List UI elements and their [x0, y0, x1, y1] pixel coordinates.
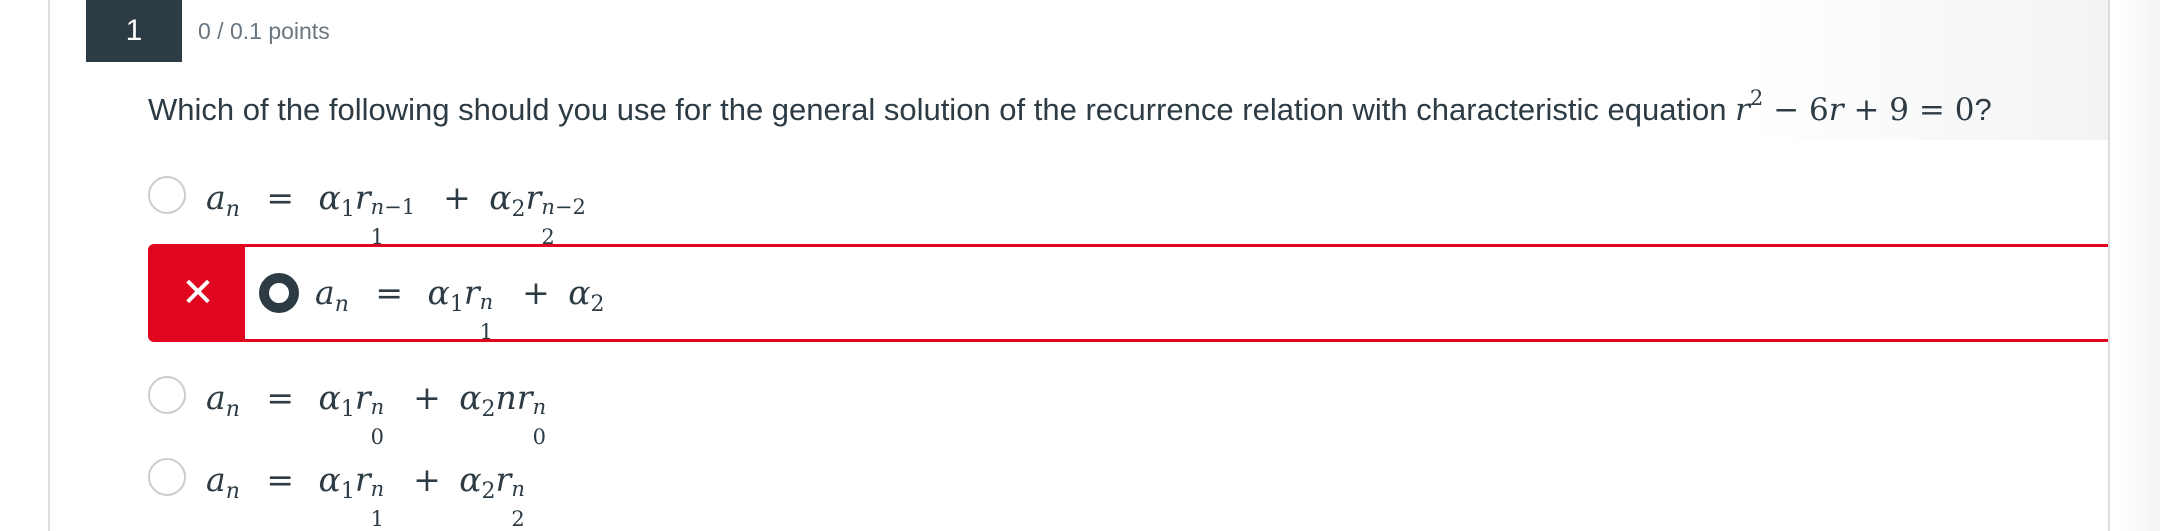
answer-formula-a: an = α1r n−1 1 + α2r n−2 2 — [206, 178, 586, 249]
answer-option-a[interactable]: an = α1r n−1 1 + α2r n−2 2 — [148, 170, 2108, 249]
radio-button-a[interactable] — [148, 176, 186, 214]
characteristic-equation: r2 − 6r + 9 = 0 — [1735, 84, 1975, 128]
radio-button-c[interactable] — [148, 376, 186, 414]
answer-formula-b: an = α1r n 1 + α2 — [315, 273, 605, 344]
question-points: 0 / 0.1 points — [198, 18, 330, 44]
answer-formula-c: an = α1r n 0 + α2nr n 0 — [206, 378, 547, 449]
question-number: 1 — [86, 0, 182, 62]
answer-option-c[interactable]: an = α1r n 0 + α2nr n 0 — [148, 370, 2108, 449]
question-mark: ? — [1974, 92, 1992, 127]
radio-button-d[interactable] — [148, 458, 186, 496]
answer-formula-d: an = α1r n 1 + α2r n 2 — [206, 460, 525, 531]
answer-option-b[interactable]: ✕ an = α1r n 1 + α2 — [148, 244, 2108, 344]
question-prompt: Which of the following should you use fo… — [148, 92, 1727, 127]
answer-option-d[interactable]: an = α1r n 1 + α2r n 2 — [148, 452, 2108, 531]
question-card: 1 0 / 0.1 points Which of the following … — [48, 0, 2110, 531]
question-text: Which of the following should you use fo… — [148, 84, 1992, 136]
close-icon: ✕ — [151, 247, 245, 339]
quiz-page: 1 0 / 0.1 points Which of the following … — [0, 0, 2160, 531]
radio-button-b-selected[interactable] — [259, 273, 299, 313]
page-shade — [2120, 0, 2160, 531]
